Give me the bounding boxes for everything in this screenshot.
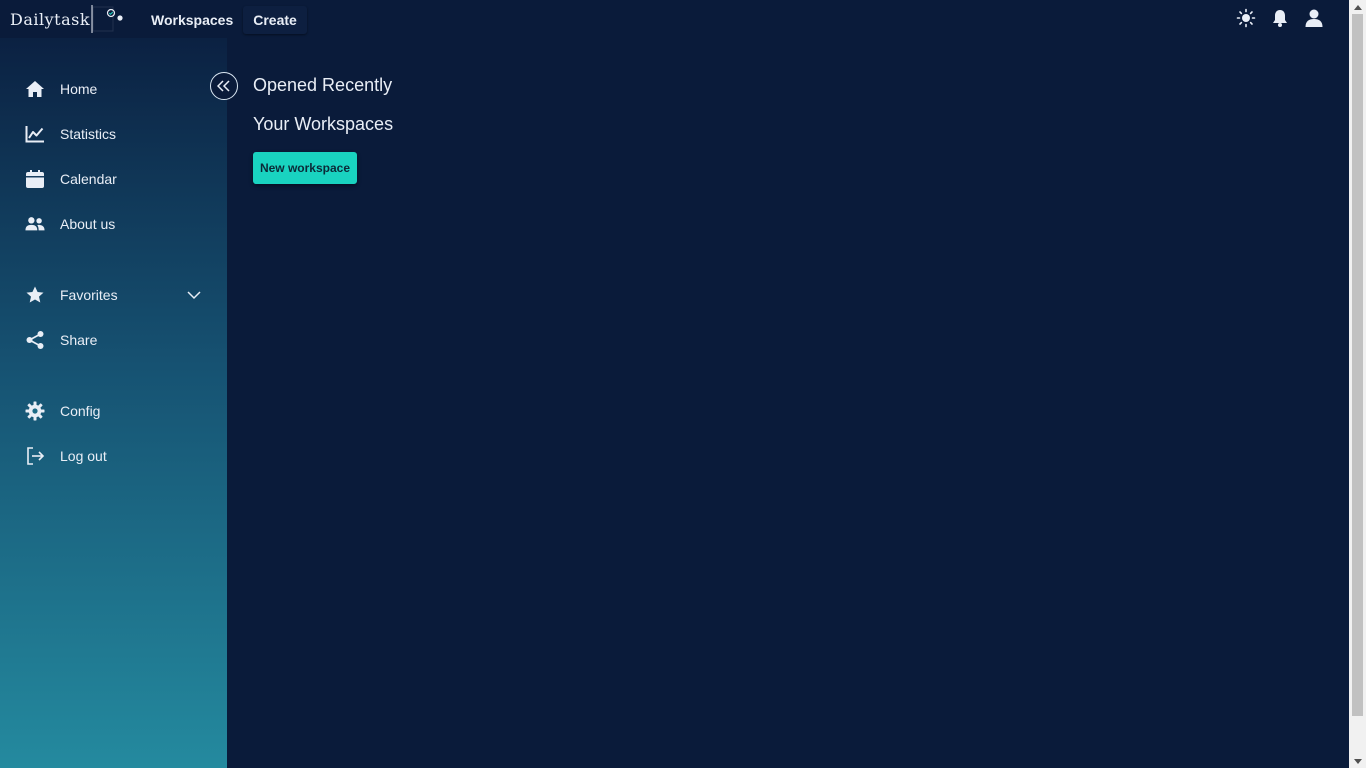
sidebar-item-statistics[interactable]: Statistics	[0, 116, 227, 152]
sidebar-item-share[interactable]: Share	[0, 322, 227, 358]
nav-create[interactable]: Create	[243, 6, 307, 34]
users-icon	[25, 214, 45, 234]
gear-icon	[25, 401, 45, 421]
logo[interactable]: Dailytask	[10, 4, 123, 34]
sidebar-item-label: Home	[60, 81, 98, 97]
sidebar-item-about-us[interactable]: About us	[0, 206, 227, 242]
user-icon[interactable]	[1304, 8, 1324, 28]
sidebar-item-label: Log out	[60, 448, 107, 464]
nav-workspaces[interactable]: Workspaces	[145, 6, 239, 34]
sidebar-item-calendar[interactable]: Calendar	[0, 161, 227, 197]
sidebar-item-favorites[interactable]: Favorites	[0, 277, 227, 313]
sidebar-item-label: Share	[60, 332, 98, 348]
top-icons	[1236, 8, 1324, 28]
sidebar-item-logout[interactable]: Log out	[0, 438, 227, 474]
chevron-down-icon[interactable]	[186, 287, 202, 303]
your-workspaces-heading: Your Workspaces	[253, 114, 394, 134]
share-icon	[25, 330, 45, 350]
collapse-sidebar-button[interactable]	[210, 72, 238, 100]
new-workspace-button[interactable]: New workspace	[253, 152, 357, 184]
logo-text: Dailytask	[10, 9, 91, 29]
sidebar-item-config[interactable]: Config	[0, 393, 227, 429]
star-icon	[25, 285, 45, 305]
sun-icon[interactable]	[1236, 8, 1256, 28]
sidebar-item-label: Config	[60, 403, 101, 419]
logo-mark-icon	[91, 5, 123, 33]
double-chevron-left-icon	[217, 80, 230, 92]
sidebar: Home Statistics Calendar About us Favori…	[0, 38, 227, 768]
sidebar-item-home[interactable]: Home	[0, 71, 227, 107]
scroll-thumb[interactable]	[1352, 14, 1363, 716]
home-icon	[25, 79, 45, 99]
opened-recently-heading: Opened Recently	[253, 75, 393, 95]
sidebar-item-label: Statistics	[60, 126, 117, 142]
scroll-up-icon[interactable]	[1349, 0, 1366, 14]
bell-icon[interactable]	[1270, 8, 1290, 28]
calendar-icon	[25, 169, 45, 189]
logout-icon	[25, 446, 45, 466]
chart-line-icon	[25, 124, 45, 144]
top-nav: Workspaces Create	[145, 6, 307, 34]
scrollbar[interactable]	[1349, 0, 1366, 768]
sidebar-item-label: Favorites	[60, 287, 118, 303]
sidebar-item-label: Calendar	[60, 171, 117, 187]
sidebar-item-label: About us	[60, 216, 116, 232]
scroll-down-icon[interactable]	[1349, 754, 1366, 768]
top-bar: Dailytask Workspaces Create	[0, 0, 1349, 38]
